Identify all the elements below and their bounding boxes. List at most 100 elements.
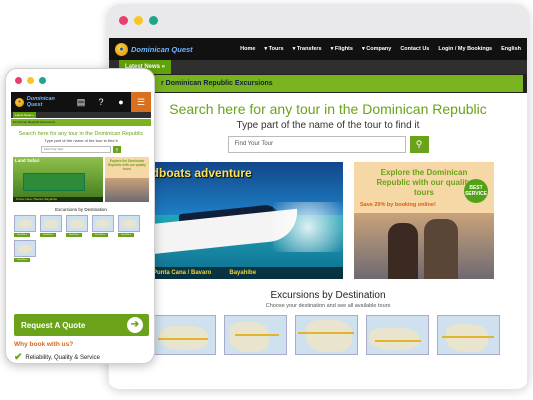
mobile-search-button[interactable]: ⚲ (113, 146, 121, 153)
nav-language[interactable]: English (501, 46, 521, 52)
mobile-destination-card[interactable]: Read More (40, 215, 62, 237)
site-logo[interactable]: ● Dominican Quest (115, 42, 193, 56)
why-book-link[interactable]: Why book with us? (14, 341, 73, 348)
banner-title: edboats adventure (145, 166, 252, 180)
map-land (44, 220, 58, 228)
nav-transfers[interactable]: ▾ Transfers (293, 46, 322, 52)
banner-row: edboats adventure Punta Cana / Bavaro Ba… (139, 162, 517, 279)
read-more-tag[interactable]: Read More (14, 258, 30, 262)
mobile-destination-card[interactable]: Read More (14, 215, 36, 237)
mobile-map (92, 215, 114, 232)
map-road (235, 334, 279, 336)
minimize-dot-icon[interactable] (134, 16, 143, 25)
mobile-banner-title: Land Safari (15, 158, 40, 163)
map-road (298, 332, 354, 334)
minimize-dot-icon[interactable] (27, 77, 34, 84)
mobile-destination-maps: Read More Read More Read More Read More … (11, 215, 151, 237)
tour-search-input[interactable]: Find Your Tour (227, 136, 406, 153)
globe-logo-icon: ● (15, 97, 24, 107)
id-card-icon[interactable]: ▤ (71, 92, 91, 112)
map-land (122, 220, 136, 228)
mobile-destination-card[interactable]: Read More (92, 215, 114, 237)
map-land (96, 220, 110, 228)
destination-map[interactable] (437, 315, 500, 355)
arrow-right-icon: ➔ (127, 317, 143, 333)
mobile-destination-card[interactable]: Read More (66, 215, 88, 237)
window-controls (119, 16, 158, 25)
best-service-badge: BEST SERVICE (464, 179, 488, 203)
desktop-browser-frame: ● Dominican Quest Home ▾ Tours ▾ Transfe… (107, 4, 529, 389)
read-more-tag[interactable]: Read More (118, 233, 134, 237)
search-subtitle: Type part of the name of the tour to fin… (236, 120, 420, 131)
mobile-map (14, 215, 36, 232)
mobile-couple-photo (105, 178, 149, 202)
excursions-title: Excursions by Destination (270, 290, 386, 301)
mobile-search-subtitle: Type part of the name of the tour to fin… (44, 138, 118, 143)
maximize-dot-icon[interactable] (39, 77, 46, 84)
mobile-logo[interactable]: ● Dominican Quest (15, 96, 71, 108)
desktop-content: Search here for any tour in the Dominica… (109, 93, 527, 355)
mobile-search-input[interactable]: Find Your Tour (41, 146, 111, 153)
mobile-promo-title: Explore the Dominican Republic with our … (108, 159, 146, 171)
mobile-banners: Land Safari Punta Cana / Bavaro Bayahibe… (11, 157, 151, 202)
map-land (18, 220, 32, 228)
mobile-excursions-title: Excursions by Destination (55, 207, 107, 212)
spray-image (273, 202, 343, 252)
couple-photo (354, 213, 494, 279)
news-bar: Latest News » (109, 60, 527, 74)
read-more-tag[interactable]: Read More (14, 233, 30, 237)
search-icon: ⚲ (115, 147, 119, 152)
top-navbar: ● Dominican Quest Home ▾ Tours ▾ Transfe… (109, 38, 527, 60)
nav-company[interactable]: ▾ Company (362, 46, 391, 52)
excursions-subtitle: Choose your destination and see all avai… (265, 303, 391, 309)
mobile-latest-news-tab[interactable]: Latest News » (13, 112, 37, 118)
mobile-destination-card[interactable]: Read More (118, 215, 140, 237)
close-dot-icon[interactable] (119, 16, 128, 25)
map-land (18, 245, 32, 253)
nav-contact[interactable]: Contact Us (400, 46, 429, 52)
speedboat-banner[interactable]: edboats adventure Punta Cana / Bavaro Ba… (139, 162, 343, 279)
search-icon: ⚲ (415, 139, 423, 149)
destination-map[interactable] (224, 315, 287, 355)
request-quote-button[interactable]: Request A Quote ➔ (14, 314, 149, 336)
person-figure (388, 223, 418, 279)
mobile-promo-banner[interactable]: Explore the Dominican Republic with our … (105, 157, 149, 202)
destination-map[interactable] (366, 315, 429, 355)
mobile-map (40, 215, 62, 232)
logo-text: Dominican Quest (131, 44, 193, 54)
nav-tours[interactable]: ▾ Tours (264, 46, 283, 52)
search-button[interactable]: ⚲ (409, 136, 429, 153)
search-row: Find Your Tour ⚲ (139, 136, 517, 153)
reliability-item: ✔ Reliability, Quality & Service (14, 352, 100, 363)
read-more-tag[interactable]: Read More (66, 233, 82, 237)
close-dot-icon[interactable] (15, 77, 22, 84)
section-title: r Dominican Republic Excursions (113, 75, 523, 92)
mobile-search-title: Search here for any tour in the Dominica… (18, 131, 144, 137)
menu-icon[interactable]: ☰ (131, 92, 151, 112)
nav-flights[interactable]: ▾ Flights (331, 46, 353, 52)
maximize-dot-icon[interactable] (149, 16, 158, 25)
mobile-safari-banner[interactable]: Land Safari Punta Cana / Bavaro Bayahibe (13, 157, 103, 202)
mobile-section-title: Dominican Republic Excursions (11, 119, 151, 126)
mobile-news-bar: Latest News » (11, 112, 151, 118)
mobile-map (66, 215, 88, 232)
user-icon[interactable]: ● (111, 92, 131, 112)
mobile-destination-card[interactable]: Read More (14, 240, 36, 262)
read-more-tag[interactable]: Read More (92, 233, 108, 237)
mobile-search-row: Find Your Tour ⚲ (11, 146, 151, 153)
mobile-navbar: ● Dominican Quest ▤ ? ● ☰ (11, 92, 151, 112)
nav-links: Home ▾ Tours ▾ Transfers ▾ Flights ▾ Com… (240, 46, 521, 52)
destination-map[interactable] (295, 315, 358, 355)
map-land (369, 328, 419, 350)
read-more-tag[interactable]: Read More (40, 233, 56, 237)
checkmark-icon: ✔ (14, 352, 23, 363)
mobile-window-controls (15, 77, 46, 84)
help-icon[interactable]: ? (91, 92, 111, 112)
map-road (158, 338, 208, 340)
location-punta-cana: Punta Cana / Bavaro (153, 270, 212, 276)
safari-truck-image (23, 173, 85, 191)
destination-map[interactable] (153, 315, 216, 355)
promo-banner[interactable]: Explore the Dominican Republic with our … (354, 162, 494, 279)
nav-home[interactable]: Home (240, 46, 255, 52)
nav-login[interactable]: Login / My Bookings (438, 46, 492, 52)
